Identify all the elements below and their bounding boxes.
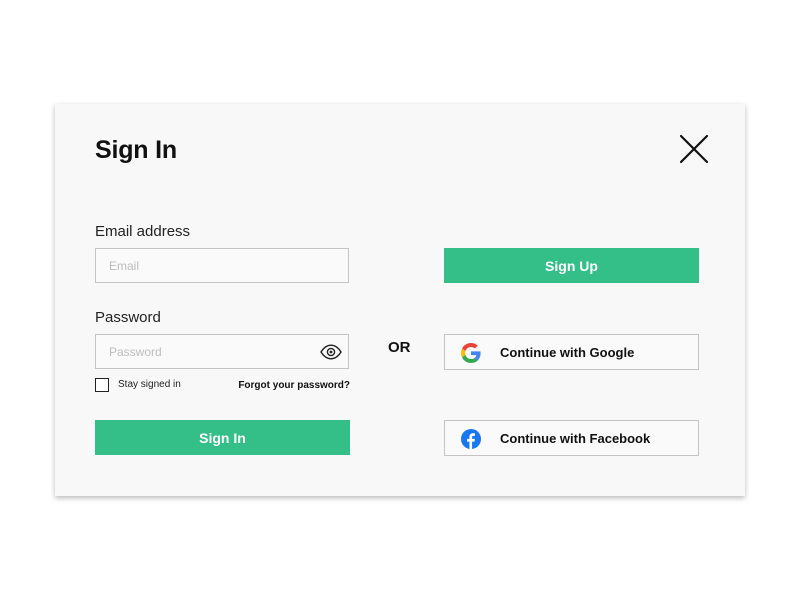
email-field[interactable] <box>96 249 348 282</box>
google-icon <box>461 343 481 363</box>
sign-up-button[interactable]: Sign Up <box>444 248 699 283</box>
continue-with-google-button[interactable]: Continue with Google <box>444 334 699 370</box>
facebook-icon <box>461 429 481 449</box>
password-field-container <box>95 334 349 369</box>
forgot-password-link[interactable]: Forgot your password? <box>238 380 350 391</box>
stay-signed-in-label: Stay signed in <box>118 379 181 390</box>
close-icon <box>679 134 709 164</box>
dialog-title: Sign In <box>95 136 177 164</box>
continue-with-facebook-button[interactable]: Continue with Facebook <box>444 420 699 456</box>
close-button[interactable] <box>678 133 710 165</box>
sign-in-button[interactable]: Sign In <box>95 420 350 455</box>
password-field[interactable] <box>96 335 348 368</box>
email-field-container <box>95 248 349 283</box>
facebook-button-label: Continue with Facebook <box>500 431 651 446</box>
eye-icon[interactable] <box>320 344 342 360</box>
or-divider: OR <box>388 339 411 356</box>
password-label: Password <box>95 309 161 326</box>
stay-signed-in-checkbox[interactable] <box>95 378 109 392</box>
email-label: Email address <box>95 223 191 240</box>
google-button-label: Continue with Google <box>500 345 635 360</box>
sign-in-dialog: Sign In Email address Password Stay sign… <box>55 104 745 496</box>
